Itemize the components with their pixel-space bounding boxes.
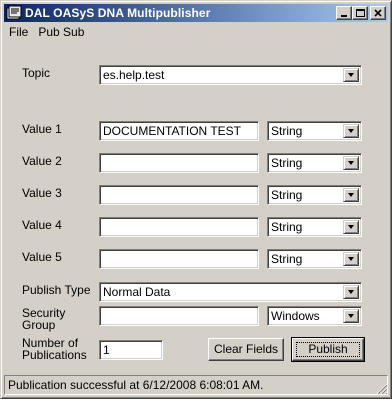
security-group-input[interactable] bbox=[99, 306, 259, 326]
value-3-type-dropdown[interactable]: String bbox=[267, 185, 362, 205]
app-icon[interactable] bbox=[6, 5, 22, 21]
maximize-icon bbox=[356, 9, 365, 17]
value-4-input[interactable] bbox=[99, 217, 259, 237]
minimize-button[interactable] bbox=[336, 6, 352, 20]
topic-value: es.help.test bbox=[103, 68, 165, 82]
publish-type-label: Publish Type bbox=[22, 283, 91, 297]
security-auth-dropdown[interactable]: Windows bbox=[267, 306, 362, 326]
num-publications-label-line2: Publications bbox=[22, 348, 87, 362]
clear-fields-button[interactable]: Clear Fields bbox=[208, 338, 284, 361]
status-text: Publication successful at 6/12/2008 6:08… bbox=[8, 378, 264, 392]
value-3-label: Value 3 bbox=[22, 186, 62, 200]
value-4-label: Value 4 bbox=[22, 218, 62, 232]
publish-focus-rect bbox=[296, 342, 360, 357]
window-controls bbox=[336, 6, 386, 20]
status-bar: Publication successful at 6/12/2008 6:08… bbox=[4, 375, 388, 395]
publish-type-arrow-icon[interactable] bbox=[343, 285, 359, 299]
value-5-type-dropdown[interactable]: String bbox=[267, 249, 362, 269]
security-group-label-line2: Group bbox=[22, 318, 56, 332]
menu-pub-sub[interactable]: Pub Sub bbox=[33, 25, 89, 39]
minimize-icon bbox=[341, 15, 347, 17]
topic-dropdown[interactable]: es.help.test bbox=[99, 65, 362, 85]
resize-grip-icon[interactable] bbox=[376, 383, 388, 395]
maximize-button[interactable] bbox=[352, 6, 368, 20]
value-1-input[interactable]: DOCUMENTATION TEST bbox=[99, 121, 259, 141]
value-2-label: Value 2 bbox=[22, 154, 62, 168]
publish-button[interactable]: Publish bbox=[291, 337, 365, 362]
topic-label: Topic bbox=[22, 66, 51, 80]
title-bar[interactable]: DAL OASyS DNA Multipublisher bbox=[4, 4, 388, 22]
value-1-type-dropdown[interactable]: String bbox=[267, 121, 362, 141]
value-3-input[interactable] bbox=[99, 185, 259, 205]
value-2-type-arrow-icon[interactable] bbox=[343, 156, 359, 170]
close-icon bbox=[374, 9, 382, 17]
value-5-type-arrow-icon[interactable] bbox=[343, 252, 359, 266]
menu-file[interactable]: File bbox=[4, 25, 33, 39]
menu-bar: File Pub Sub bbox=[4, 23, 388, 41]
value-2-type: String bbox=[271, 156, 303, 170]
value-2-type-dropdown[interactable]: String bbox=[267, 153, 362, 173]
publish-type-value: Normal Data bbox=[103, 285, 171, 299]
window-title: DAL OASyS DNA Multipublisher bbox=[25, 6, 211, 20]
value-5-type: String bbox=[271, 252, 303, 266]
security-auth-value: Windows bbox=[271, 309, 320, 323]
value-4-type: String bbox=[271, 220, 303, 234]
value-5-label: Value 5 bbox=[22, 250, 62, 264]
value-4-type-dropdown[interactable]: String bbox=[267, 217, 362, 237]
value-5-input[interactable] bbox=[99, 249, 259, 269]
num-publications-input[interactable]: 1 bbox=[99, 340, 163, 360]
value-1-label: Value 1 bbox=[22, 122, 62, 136]
value-3-type: String bbox=[271, 188, 303, 202]
publish-type-dropdown[interactable]: Normal Data bbox=[99, 282, 362, 302]
value-4-type-arrow-icon[interactable] bbox=[343, 220, 359, 234]
value-1-type-arrow-icon[interactable] bbox=[343, 124, 359, 138]
close-button[interactable] bbox=[370, 6, 386, 20]
topic-dropdown-arrow-icon[interactable] bbox=[343, 68, 359, 82]
security-auth-arrow-icon[interactable] bbox=[343, 309, 359, 323]
main-window: DAL OASyS DNA Multipublisher File Pub Su… bbox=[0, 0, 392, 399]
clear-fields-label: Clear Fields bbox=[213, 342, 279, 356]
value-3-type-arrow-icon[interactable] bbox=[343, 188, 359, 202]
value-1-type: String bbox=[271, 124, 303, 138]
value-2-input[interactable] bbox=[99, 153, 259, 173]
